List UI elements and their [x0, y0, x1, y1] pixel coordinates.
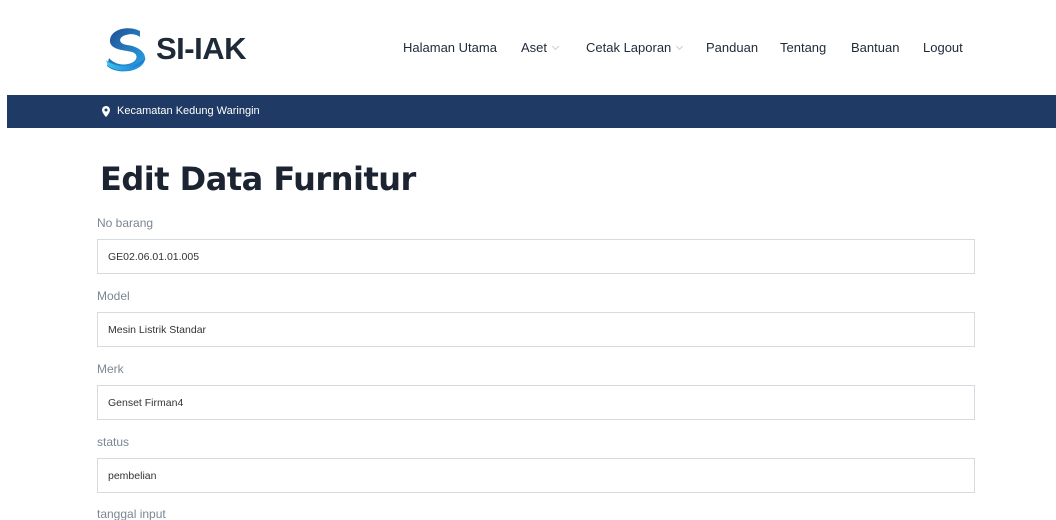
nav-halaman-utama[interactable]: Halaman Utama	[403, 40, 497, 55]
nav-label: Bantuan	[851, 40, 900, 55]
label-merk: Merk	[97, 362, 124, 376]
site-header: SI-IAK Halaman Utama Aset Cetak Laporan …	[0, 0, 1056, 95]
page-title: Edit Data Furnitur	[100, 160, 416, 198]
merk-input[interactable]: Genset Firman4	[97, 385, 975, 420]
location-bar: Kecamatan Kedung Waringin	[7, 95, 1056, 128]
nav-label: Halaman Utama	[403, 40, 497, 55]
map-pin-icon	[102, 105, 110, 117]
main-nav: Halaman Utama Aset Cetak Laporan Panduan…	[0, 40, 1056, 60]
nav-cetak-laporan[interactable]: Cetak Laporan	[586, 40, 684, 55]
nav-label: Panduan	[706, 40, 759, 55]
nav-label: Aset	[521, 40, 548, 55]
label-status: status	[97, 435, 130, 449]
no-barang-input[interactable]: GE02.06.01.01.005	[97, 239, 975, 274]
location-text: Kecamatan Kedung Waringin	[117, 105, 260, 117]
nav-bantuan[interactable]: Bantuan	[851, 40, 899, 55]
field-value: Mesin Listrik Standar	[108, 323, 207, 336]
field-value: GE02.06.01.01.005	[108, 250, 200, 263]
chevron-down-icon	[676, 42, 684, 50]
field-value: pembelian	[108, 469, 157, 482]
nav-label: Cetak Laporan	[586, 40, 672, 55]
nav-label: Logout	[923, 40, 963, 55]
nav-aset[interactable]: Aset	[521, 40, 560, 55]
field-value: Genset Firman4	[108, 396, 184, 409]
location: Kecamatan Kedung Waringin	[102, 105, 260, 117]
label-tanggal-input: tanggal input	[97, 507, 166, 520]
status-input[interactable]: pembelian	[97, 458, 975, 493]
nav-label: Tentang	[780, 40, 827, 55]
nav-logout[interactable]: Logout	[923, 40, 963, 55]
nav-tentang[interactable]: Tentang	[780, 40, 826, 55]
chevron-down-icon	[551, 42, 560, 50]
model-input[interactable]: Mesin Listrik Standar	[97, 312, 975, 347]
nav-panduan[interactable]: Panduan	[706, 40, 758, 55]
label-no-barang: No barang	[97, 216, 154, 230]
label-model: Model	[97, 289, 130, 303]
